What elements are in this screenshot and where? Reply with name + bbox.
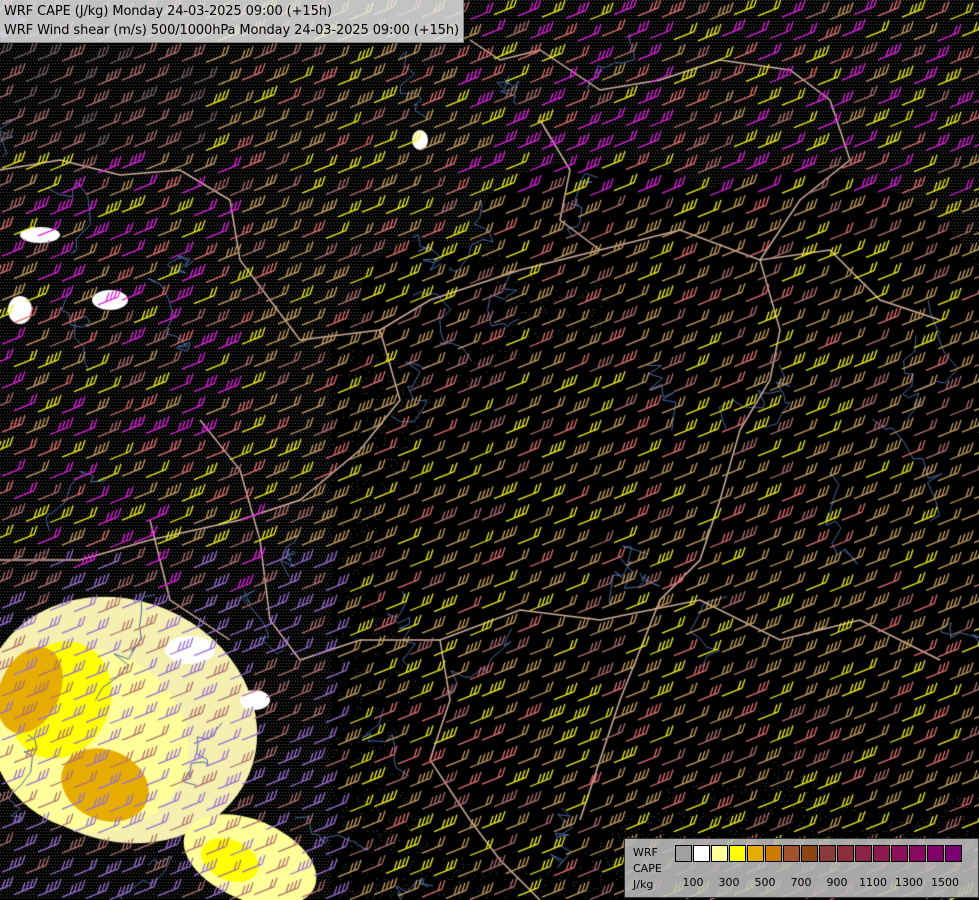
legend-swatch (801, 845, 818, 862)
legend-swatch (855, 845, 872, 862)
legend-tick-label: 500 (754, 876, 776, 889)
legend-swatch (891, 845, 908, 862)
legend-swatch (819, 845, 836, 862)
legend-variable-label: CAPE (633, 862, 662, 875)
legend-tick-labels: 100 300 500 700 900 1100 1300 1500 (625, 876, 978, 890)
legend-swatch (693, 845, 710, 862)
legend-swatch (945, 845, 962, 862)
map-view: WRF CAPE (J/kg) Monday 24-03-2025 09:00 … (0, 0, 979, 900)
legend-tick-label: 1100 (859, 876, 887, 889)
legend-model-label: WRF (633, 846, 658, 859)
legend-swatch (765, 845, 782, 862)
legend-swatch (909, 845, 926, 862)
cape-legend: WRF CAPE J/kg 100 300 500 700 900 1100 1300 150… (624, 838, 979, 898)
wind-shear-title: WRF Wind shear (m/s) 500/1000hPa Monday … (4, 23, 459, 38)
legend-tick-label: 1500 (931, 876, 959, 889)
legend-color-bar (675, 845, 963, 862)
legend-swatch (927, 845, 944, 862)
legend-swatch (783, 845, 800, 862)
legend-swatch (837, 845, 854, 862)
cape-title: WRF CAPE (J/kg) Monday 24-03-2025 09:00 … (4, 4, 332, 19)
legend-swatch (729, 845, 746, 862)
legend-swatch (873, 845, 890, 862)
legend-tick-label: 100 (682, 876, 704, 889)
wind-shear-cape-map (0, 0, 979, 900)
legend-tick-label: 1300 (895, 876, 923, 889)
map-title-box: WRF CAPE (J/kg) Monday 24-03-2025 09:00 … (0, 0, 464, 43)
legend-tick-label: 300 (718, 876, 740, 889)
legend-swatch (711, 845, 728, 862)
legend-tick-label: 700 (790, 876, 812, 889)
legend-swatch (747, 845, 764, 862)
legend-tick-label: 900 (826, 876, 848, 889)
legend-swatch (675, 845, 692, 862)
